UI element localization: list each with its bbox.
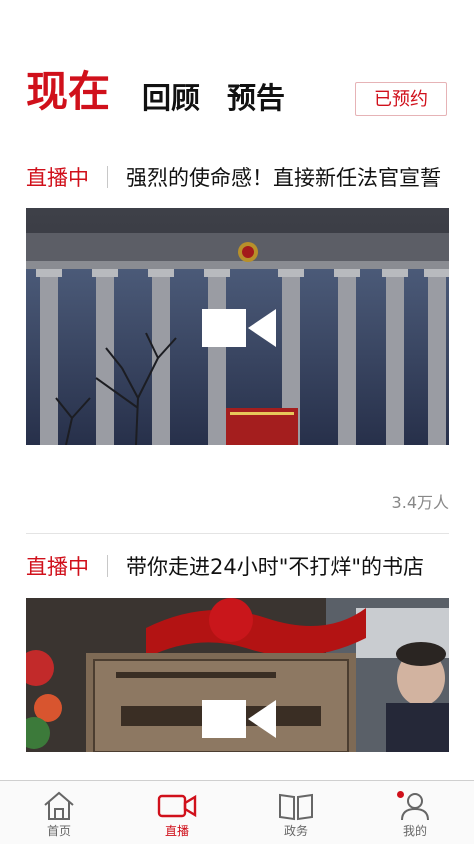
live-card[interactable]: 直播中 带你走进24小时"不打烊"的书店 bbox=[26, 552, 449, 752]
nav-label-home: 首页 bbox=[46, 824, 71, 838]
nav-label-live: 直播 bbox=[164, 824, 189, 838]
video-camera-icon bbox=[202, 309, 276, 347]
home-icon bbox=[44, 791, 74, 820]
view-count: 3.4万人 bbox=[391, 493, 449, 512]
nav-item-home[interactable]: 首页 bbox=[0, 781, 118, 844]
bottom-nav: 首页 直播 政务 我的 bbox=[0, 780, 474, 844]
title-separator bbox=[107, 555, 108, 577]
book-icon bbox=[279, 793, 313, 821]
video-thumbnail[interactable] bbox=[26, 208, 449, 445]
card-title-line: 直播中 带你走进24小时"不打烊"的书店 bbox=[26, 552, 449, 582]
card-title-line: 直播中 强烈的使命感！直接新任法官宣誓 bbox=[26, 163, 449, 193]
card-title: 强烈的使命感！直接新任法官宣誓 bbox=[126, 166, 441, 190]
notification-dot bbox=[397, 791, 404, 798]
nav-item-live[interactable]: 直播 bbox=[118, 781, 236, 844]
video-thumbnail[interactable] bbox=[26, 598, 449, 752]
nav-item-profile[interactable]: 我的 bbox=[356, 781, 474, 844]
card-divider bbox=[26, 533, 449, 534]
live-badge: 直播中 bbox=[26, 555, 89, 579]
video-camera-icon bbox=[202, 700, 276, 738]
nav-label-government: 政务 bbox=[283, 824, 308, 838]
header: 现在 回顾 预告 已预约 bbox=[0, 0, 474, 140]
live-badge: 直播中 bbox=[26, 166, 89, 190]
video-icon bbox=[157, 794, 197, 818]
nav-label-profile: 我的 bbox=[402, 824, 427, 838]
tab-now[interactable]: 现在 bbox=[26, 64, 110, 120]
nav-item-government[interactable]: 政务 bbox=[237, 781, 355, 844]
live-card[interactable]: 直播中 强烈的使命感！直接新任法官宣誓 3.4万人 bbox=[26, 163, 449, 512]
tab-preview[interactable]: 预告 bbox=[227, 78, 285, 118]
tab-review[interactable]: 回顾 bbox=[142, 78, 200, 118]
card-title: 带你走进24小时"不打烊"的书店 bbox=[126, 555, 425, 579]
reserved-button[interactable]: 已预约 bbox=[355, 82, 447, 116]
title-separator bbox=[107, 166, 108, 188]
